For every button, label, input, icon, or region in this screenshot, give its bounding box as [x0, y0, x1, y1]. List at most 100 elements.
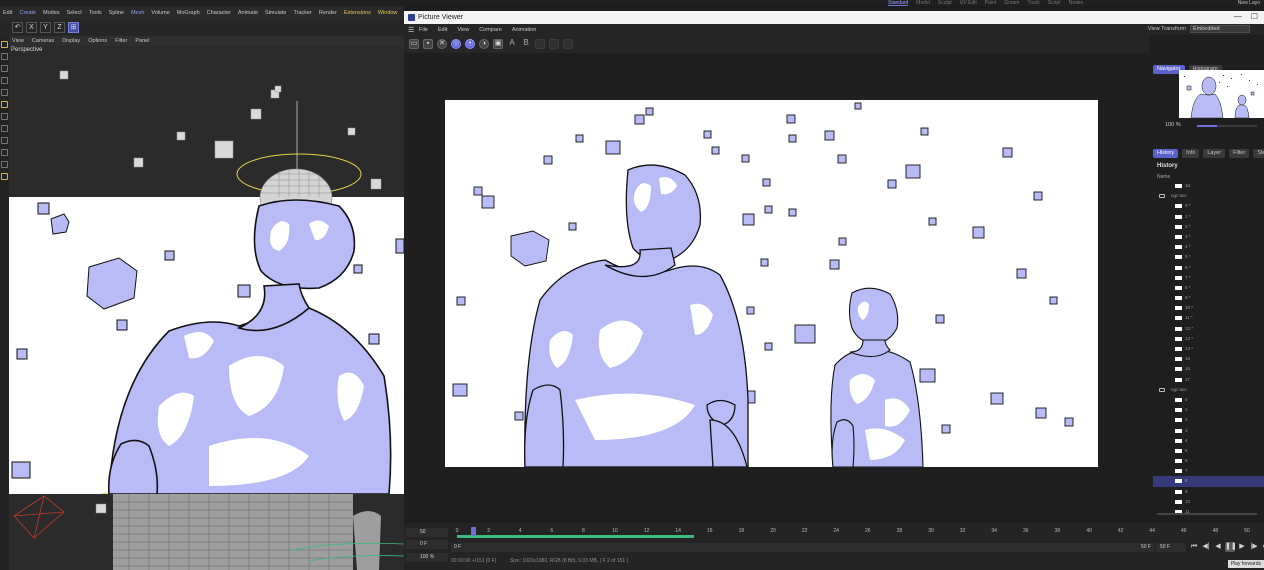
workspace-tab[interactable]: Nodes — [1069, 0, 1083, 6]
workspace-tab[interactable]: Standard — [888, 0, 909, 6]
c4d-menu-item[interactable]: Render — [319, 10, 337, 16]
open-folder-icon[interactable]: ▭ — [409, 39, 419, 49]
hamburger-menu-icon[interactable]: ☰ — [408, 26, 414, 34]
timeline-zoom-field[interactable]: 100 % — [406, 553, 448, 562]
coordinate-system-button[interactable]: ⊞ — [68, 22, 79, 33]
history-row[interactable]: 7 — [1153, 466, 1264, 476]
history-row[interactable]: 2 — [1153, 415, 1264, 425]
compare-mode-icon[interactable] — [563, 39, 573, 49]
tab-info[interactable]: Info — [1182, 149, 1200, 158]
region-render-icon[interactable]: ◎ — [451, 39, 461, 49]
viewport-menu-item[interactable]: Panel — [135, 38, 149, 44]
model-mode-icon[interactable] — [1, 137, 8, 144]
history-group-row[interactable]: ngz two — [1153, 385, 1264, 395]
c4d-menu-item[interactable]: Create — [19, 10, 36, 16]
c4d-menu-item[interactable]: Extensions — [344, 10, 371, 16]
fps-field[interactable]: 50 — [406, 528, 448, 537]
c4d-menu-item[interactable]: Volume — [151, 10, 169, 16]
c4d-menu-item[interactable]: Edit — [3, 10, 12, 16]
scale-tool-icon[interactable] — [1, 53, 8, 60]
history-row[interactable]: 12 * — [1153, 324, 1264, 334]
history-row[interactable]: 14 * — [1153, 344, 1264, 354]
play-backwards-button[interactable]: ◀ — [1213, 542, 1223, 552]
history-row[interactable]: 3 — [1153, 426, 1264, 436]
history-row[interactable]: 15 — [1153, 354, 1264, 364]
c4d-menu-item[interactable]: Spline — [109, 10, 124, 16]
frame-range-bar[interactable]: 0 F 50 F — [451, 543, 1154, 552]
color-contrast-icon[interactable]: ◑ — [479, 39, 489, 49]
pv-menu-compare[interactable]: Compare — [479, 27, 502, 33]
timeline-ruler[interactable]: 0 2 4 6 8 10 12 14 16 18 20 22 24 26 28 30 32 34 36 38 40 42 4… — [451, 524, 1251, 538]
view-transform-select[interactable]: Embedded — [1190, 25, 1250, 33]
minimize-icon[interactable]: — — [1234, 12, 1242, 22]
rotate-tool-icon[interactable] — [1, 65, 8, 72]
history-row[interactable]: 4 * — [1153, 242, 1264, 252]
workspace-tab[interactable]: Sculpt — [938, 0, 952, 6]
zoom-slider-fill[interactable] — [1197, 125, 1217, 127]
history-row[interactable]: 2 * — [1153, 222, 1264, 232]
workspace-tab[interactable]: Script — [1048, 0, 1061, 6]
points-mode-icon[interactable] — [1, 101, 8, 108]
history-row[interactable]: 0 * — [1153, 201, 1264, 211]
tab-layer[interactable]: Layer — [1203, 149, 1226, 158]
zoom-value[interactable]: 100 % — [1165, 122, 1181, 128]
c4d-menu-item[interactable]: Simulate — [265, 10, 286, 16]
workspace-tab[interactable]: Model — [916, 0, 930, 6]
polygons-mode-icon[interactable] — [1, 125, 8, 132]
viewport-menu-item[interactable]: View — [12, 38, 24, 44]
axis-z-button[interactable]: Z — [54, 22, 65, 33]
axis-y-button[interactable]: Y — [40, 22, 51, 33]
go-to-start-button[interactable]: ⏮ — [1189, 542, 1199, 552]
history-row[interactable]: 13 * — [1153, 334, 1264, 344]
pause-button[interactable]: ❚❚ — [1225, 542, 1237, 552]
tab-filter[interactable]: Filter — [1229, 149, 1250, 158]
c4d-menu-item[interactable]: Mesh — [131, 10, 144, 16]
c4d-menu-item[interactable]: Tracker — [293, 10, 311, 16]
lock-icon[interactable] — [1, 173, 8, 180]
compare-a-button[interactable]: A — [507, 39, 517, 49]
c4d-menu-item[interactable]: Select — [67, 10, 82, 16]
axis-x-button[interactable]: X — [26, 22, 37, 33]
history-row[interactable]: 0 — [1153, 395, 1264, 405]
workspace-tab[interactable]: Track — [1027, 0, 1039, 6]
c4d-menu-item[interactable]: Modes — [43, 10, 60, 16]
history-row[interactable]: 6 * — [1153, 263, 1264, 273]
workspace-tab[interactable]: Groom — [1004, 0, 1019, 6]
stop-render-icon[interactable]: ✕ — [437, 39, 447, 49]
viewport-menu-item[interactable]: Display — [62, 38, 80, 44]
layout-selector[interactable]: New Layo — [1238, 0, 1260, 6]
history-row[interactable]: 17 — [1153, 375, 1264, 385]
pv-menu-file[interactable]: File — [419, 27, 428, 33]
c4d-menu-item[interactable]: Tools — [89, 10, 102, 16]
snap-icon[interactable] — [1, 149, 8, 156]
previous-frame-button[interactable]: ◀| — [1201, 542, 1211, 552]
history-row[interactable]: 10 * — [1153, 303, 1264, 313]
next-frame-button[interactable]: |▶ — [1249, 542, 1259, 552]
maximize-icon[interactable]: ☐ — [1251, 12, 1258, 22]
history-row[interactable]: 8 — [1153, 476, 1264, 487]
pv-menu-edit[interactable]: Edit — [438, 27, 447, 33]
tab-history[interactable]: History — [1153, 149, 1179, 158]
viewport-menu-item[interactable]: Cameras — [32, 38, 54, 44]
history-row[interactable]: 5 * — [1153, 252, 1264, 262]
move-tool-icon[interactable] — [1, 41, 8, 48]
history-row[interactable]: 1 — [1153, 405, 1264, 415]
play-forwards-button[interactable]: ▶ — [1237, 542, 1247, 552]
history-row[interactable]: 8 * — [1153, 283, 1264, 293]
interactive-render-icon[interactable]: ⦿ — [465, 39, 475, 49]
edges-mode-icon[interactable] — [1, 113, 8, 120]
side-panel-scrollbar[interactable] — [1157, 513, 1257, 515]
workspace-tab[interactable]: UV Edit — [960, 0, 977, 6]
history-row[interactable]: 9 — [1153, 487, 1264, 497]
tab-stereo[interactable]: Stereo — [1253, 149, 1264, 158]
snapshot-icon[interactable]: ▣ — [493, 39, 503, 49]
history-row[interactable]: 3 * — [1153, 232, 1264, 242]
history-row[interactable]: 6 — [1153, 456, 1264, 466]
workplane-icon[interactable] — [1, 161, 8, 168]
end-frame-field[interactable]: 50 F — [1156, 543, 1186, 552]
pv-menu-view[interactable]: View — [457, 27, 469, 33]
history-row[interactable]: 1 * — [1153, 212, 1264, 222]
c4d-menu-item[interactable]: Window — [378, 10, 398, 16]
split-view-icon[interactable] — [549, 39, 559, 49]
render-canvas-area[interactable] — [404, 53, 1149, 523]
